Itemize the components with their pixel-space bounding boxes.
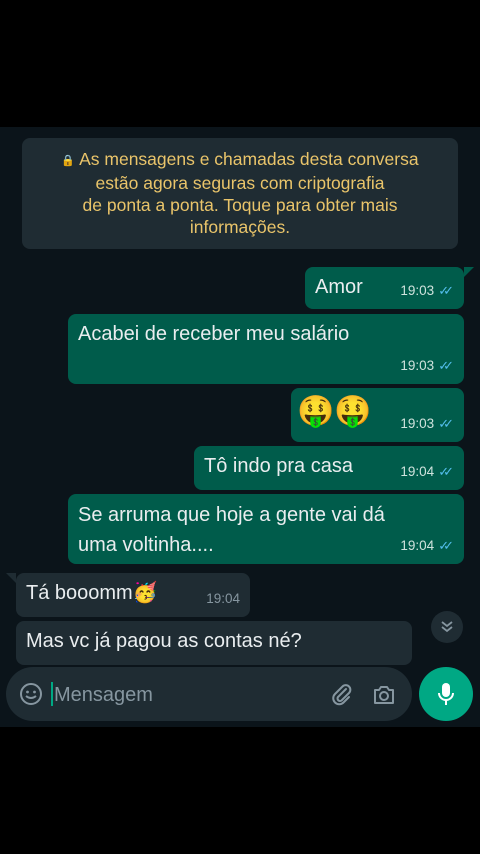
double-check-icon: ✓✓ <box>438 464 454 479</box>
message-composer <box>6 667 412 721</box>
message-meta: 19:03 ✓✓ <box>400 352 454 380</box>
message-time: 19:03 <box>400 358 435 373</box>
double-check-icon: ✓✓ <box>438 358 454 373</box>
message-bubble[interactable]: Acabei de receber meu salário 19:03 ✓✓ <box>68 314 464 384</box>
message-input[interactable] <box>52 679 306 711</box>
message-bubble[interactable]: Mas vc já pagou as contas né? <box>16 621 412 665</box>
message-bubble[interactable]: 🤑🤑 19:03 ✓✓ <box>291 388 464 442</box>
double-check-icon: ✓✓ <box>438 538 454 553</box>
message-text: Amor <box>315 276 363 298</box>
message-time: 19:04 <box>206 591 240 606</box>
message-line-2: uma voltinha.... <box>78 534 214 556</box>
message-text: Tá booomm🥳 <box>26 582 158 604</box>
scroll-to-bottom-button[interactable] <box>431 611 463 643</box>
message-time: 19:04 <box>400 538 435 553</box>
double-check-icon: ✓✓ <box>438 283 454 298</box>
chevron-double-down-icon <box>441 621 453 633</box>
message-meta: 19:04 ✓✓ <box>400 532 454 560</box>
mic-button[interactable] <box>419 667 473 721</box>
message-line-1: Se arruma que hoje a gente vai dá <box>78 504 385 526</box>
message-emoji: 🤑🤑 <box>297 395 372 428</box>
lock-icon: 🔒 <box>61 155 76 167</box>
double-check-icon: ✓✓ <box>438 416 454 431</box>
bubble-tail <box>6 573 16 583</box>
message-bubble[interactable]: Amor 19:03 ✓✓ <box>305 267 464 309</box>
message-bubble[interactable]: Tô indo pra casa 19:04 ✓✓ <box>194 446 464 490</box>
message-meta: 19:03 ✓✓ <box>400 410 454 438</box>
notice-line-4: informações. <box>189 217 291 237</box>
camera-icon[interactable] <box>370 681 398 709</box>
message-text: Se arruma que hoje a gente vai dá uma vo… <box>78 500 385 560</box>
message-bubble[interactable]: Tá booomm🥳 19:04 <box>16 573 250 617</box>
notice-line-3: de ponta a ponta. Toque para obter mais <box>82 195 398 215</box>
message-time: 19:03 <box>400 416 435 431</box>
message-time: 19:03 <box>400 283 435 298</box>
emoji-icon[interactable] <box>18 681 44 707</box>
notice-line-2: estão agora seguras com criptografia <box>95 173 385 193</box>
message-text: Tô indo pra casa <box>204 455 353 477</box>
notice-line-1: As mensagens e chamadas desta conversa <box>79 149 419 169</box>
bubble-tail <box>464 267 474 277</box>
message-meta: 19:04 <box>206 585 240 613</box>
paperclip-icon[interactable] <box>328 681 356 709</box>
chat-area[interactable]: 🔒 As mensagens e chamadas desta conversa … <box>0 127 480 727</box>
message-time: 19:04 <box>400 464 435 479</box>
message-meta: 19:04 ✓✓ <box>400 458 454 486</box>
mic-icon <box>438 683 454 705</box>
message-bubble[interactable]: Se arruma que hoje a gente vai dá uma vo… <box>68 494 464 564</box>
encryption-notice[interactable]: 🔒 As mensagens e chamadas desta conversa … <box>22 138 458 249</box>
message-meta: 19:03 ✓✓ <box>400 277 454 305</box>
message-text: Acabei de receber meu salário <box>78 323 350 345</box>
message-text: Mas vc já pagou as contas né? <box>26 630 302 652</box>
